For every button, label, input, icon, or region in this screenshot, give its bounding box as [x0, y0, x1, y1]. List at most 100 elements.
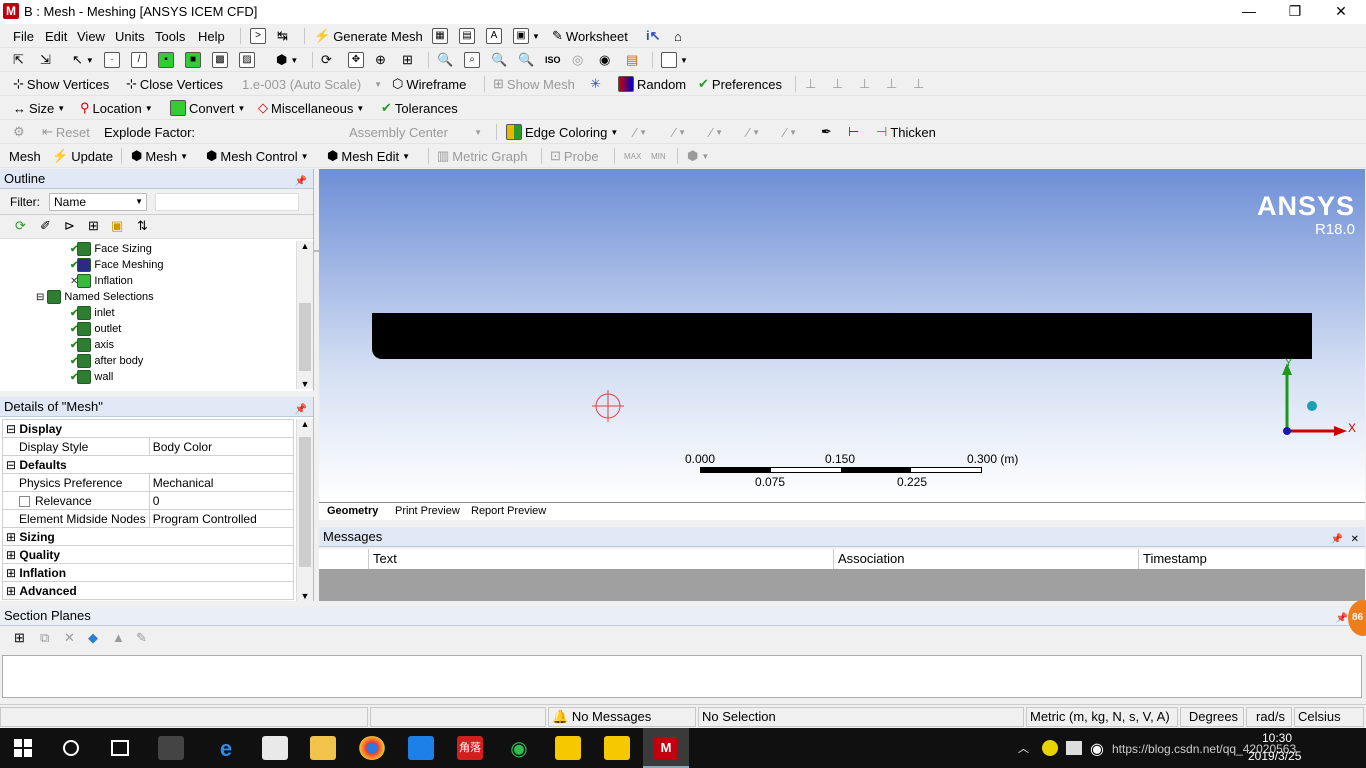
ansys-workbench-icon[interactable]: [555, 736, 581, 760]
align-z-button[interactable]: ⊥: [859, 75, 870, 93]
location-menu[interactable]: ⚲ Location ▼: [80, 99, 153, 117]
app-red-icon[interactable]: 角落: [457, 736, 483, 760]
status-units[interactable]: Metric (m, kg, N, s, V, A): [1026, 707, 1178, 727]
wireframe-button[interactable]: ⬡ Wireframe: [392, 75, 466, 93]
tree-icon[interactable]: ⊳: [64, 218, 75, 234]
tree-item[interactable]: ✔ outlet: [70, 321, 121, 337]
edge-style-4-button[interactable]: ⁄ ▼: [747, 123, 760, 141]
column-text[interactable]: Text: [369, 549, 834, 569]
property-value[interactable]: 0: [148, 491, 295, 510]
taskbar-meshing-app[interactable]: M: [643, 728, 689, 768]
expand-icon[interactable]: ⊞: [6, 548, 19, 562]
windows-start-icon[interactable]: [14, 739, 32, 757]
restore-button[interactable]: ❐: [1272, 0, 1318, 24]
scroll-down-icon[interactable]: ▼: [297, 379, 313, 389]
tab-report-preview[interactable]: Report Preview: [471, 505, 546, 517]
geometry-body[interactable]: [372, 313, 1312, 359]
column-association[interactable]: Association: [834, 549, 1139, 569]
image-capture-button[interactable]: ▣ ▼: [513, 27, 540, 45]
select-mode-menu[interactable]: ⬢ ▼: [276, 51, 298, 69]
pin-icon[interactable]: 📌: [1331, 530, 1343, 550]
new-section-plane-icon[interactable]: ⊞: [14, 630, 25, 646]
worksheet-button[interactable]: ✎ Worksheet: [552, 27, 628, 45]
details-group-row[interactable]: ⊟ Display: [2, 419, 294, 438]
body-filter-button[interactable]: ■: [185, 51, 201, 69]
arrow-button[interactable]: ↹: [277, 27, 288, 45]
relevance-checkbox[interactable]: [19, 495, 30, 507]
status-messages[interactable]: 🔔 No Messages: [548, 707, 696, 727]
menu-file[interactable]: File: [13, 27, 34, 45]
zoom-box-button[interactable]: ⌕: [464, 51, 480, 69]
task-view-icon[interactable]: [111, 740, 129, 756]
edge-style-3-button[interactable]: ⁄ ▼: [710, 123, 723, 141]
collapse-icon[interactable]: ⊟: [6, 458, 19, 472]
info-button[interactable]: i↖: [646, 27, 661, 45]
pan-button[interactable]: ✥: [348, 51, 364, 69]
expand-icon[interactable]: ⊞: [6, 584, 19, 598]
tag-button[interactable]: ⌂: [674, 27, 682, 45]
scroll-down-icon[interactable]: ▼: [297, 591, 313, 601]
show-vertices-button[interactable]: ⊹ Show Vertices: [13, 75, 109, 93]
tray-wechat-icon[interactable]: ◉: [1090, 739, 1104, 759]
file-explorer-icon[interactable]: [310, 736, 336, 760]
metric-graph-button[interactable]: ▥ Metric Graph: [437, 147, 527, 165]
tab-print-preview[interactable]: Print Preview: [395, 505, 460, 517]
set-view-button[interactable]: ▤: [626, 51, 638, 69]
select-type-button[interactable]: ↖ ▼: [72, 51, 94, 69]
zoom-to-fit-button[interactable]: 🔍: [437, 51, 453, 69]
display-options-button[interactable]: ⬢ ▼: [687, 147, 709, 165]
show-section-icon[interactable]: ◆: [88, 630, 98, 646]
ansys-app-icon[interactable]: [604, 736, 630, 760]
clock-date[interactable]: 2019/3/25: [1248, 749, 1301, 763]
element-filter-button[interactable]: ▨: [239, 51, 255, 69]
pin-icon[interactable]: 📌: [295, 400, 307, 420]
section-option-icon[interactable]: ▲: [112, 630, 125, 645]
delete-section-icon[interactable]: ✕: [64, 630, 75, 646]
box-zoom-button[interactable]: ⊞: [402, 51, 413, 69]
details-group-row[interactable]: ⊟ Defaults: [2, 455, 294, 474]
scroll-thumb[interactable]: [299, 303, 311, 371]
chrome-icon[interactable]: [359, 736, 385, 760]
property-value[interactable]: Mechanical: [148, 473, 295, 492]
details-property-row[interactable]: Display Style Body Color: [2, 437, 295, 456]
close-icon[interactable]: ✕: [1351, 530, 1359, 550]
tree-item[interactable]: ✔ after body: [70, 353, 143, 369]
details-scrollbar[interactable]: ▲ ▼: [296, 419, 313, 601]
store-icon[interactable]: [262, 736, 288, 760]
graphics-viewport[interactable]: ANSYS R18.0 0.000 0.150 0.300 (m) 0.075 …: [319, 169, 1365, 502]
align-xy-button[interactable]: ⊥: [886, 75, 897, 93]
filter-type-select[interactable]: Name ▼: [49, 193, 147, 211]
explode-button[interactable]: ⚙: [13, 123, 25, 141]
collapse-icon[interactable]: ⊟: [6, 422, 19, 436]
scroll-up-icon[interactable]: ▲: [297, 241, 313, 251]
thicken-button[interactable]: ⊣ Thicken: [876, 123, 936, 141]
expand-icon[interactable]: ⊞: [6, 566, 19, 580]
details-group-row[interactable]: ⊞ Advanced: [2, 581, 294, 600]
random-colors-button[interactable]: Random: [618, 75, 686, 93]
previous-view-button[interactable]: ◎: [572, 51, 583, 69]
script-button[interactable]: >: [250, 27, 266, 45]
iso-view-button[interactable]: ISO: [545, 51, 561, 69]
thick-edge-button[interactable]: ⊢: [848, 123, 859, 141]
tree-item[interactable]: ✔ inlet: [70, 305, 115, 321]
refresh-icon[interactable]: ⟳: [15, 218, 26, 234]
tree-item[interactable]: ✕ Inflation: [70, 273, 133, 289]
app-pinwheel-icon[interactable]: [158, 736, 184, 760]
zoom-out-button[interactable]: 🔍: [518, 51, 534, 69]
tree-item[interactable]: ✔ Face Sizing: [70, 241, 152, 257]
node-filter-button[interactable]: ▩: [212, 51, 228, 69]
wechat-icon[interactable]: ◉: [506, 736, 532, 760]
assembly-center-select[interactable]: Assembly Center ▼: [349, 123, 482, 141]
zoom-button[interactable]: ⊕: [375, 51, 386, 69]
preferences-button[interactable]: ✔ Preferences: [698, 75, 782, 93]
expand-all-icon[interactable]: ⊞: [88, 218, 99, 234]
next-view-button[interactable]: ◉: [599, 51, 610, 69]
size-menu[interactable]: ↔ Size ▼: [13, 99, 65, 117]
show-mesh-button[interactable]: ⊞ Show Mesh: [493, 75, 575, 93]
mesh-edit-menu[interactable]: ⬢ Mesh Edit ▼: [327, 147, 410, 165]
edge-browser-icon[interactable]: e: [213, 736, 239, 761]
tab-geometry[interactable]: Geometry: [327, 505, 378, 517]
menu-view[interactable]: View: [77, 27, 105, 45]
suppress-icon[interactable]: ✐: [40, 218, 51, 234]
status-angle-units[interactable]: Degrees: [1180, 707, 1244, 727]
